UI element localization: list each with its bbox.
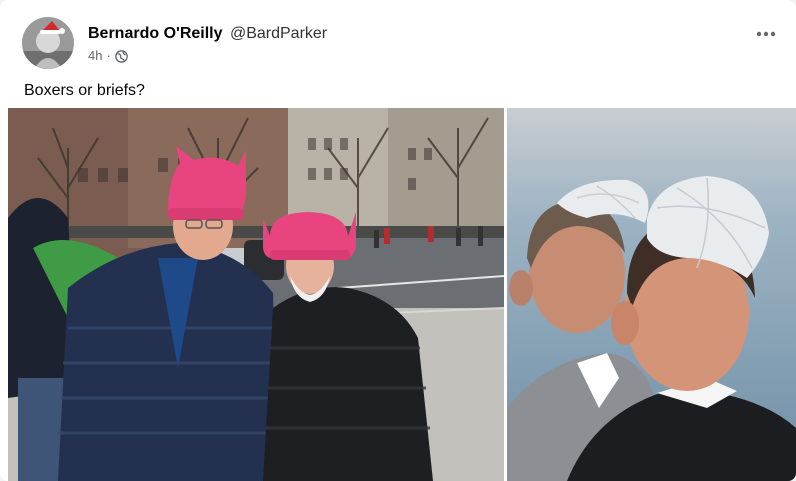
photo-kippot-image	[507, 108, 796, 481]
post-timestamp[interactable]: 4h	[88, 48, 102, 64]
globe-icon	[114, 49, 128, 63]
post-card: Bernardo O'Reilly @BardParker 4h · Boxer…	[0, 0, 796, 481]
photo-street-image	[8, 108, 504, 481]
more-options-button[interactable]	[748, 20, 784, 48]
post-text: Boxers or briefs?	[24, 82, 145, 99]
post-header: Bernardo O'Reilly @BardParker 4h ·	[0, 0, 796, 72]
meta-separator: ·	[106, 48, 111, 63]
avatar-image	[22, 17, 74, 69]
post-meta: 4h ·	[88, 48, 128, 64]
more-options-icon	[756, 31, 776, 37]
author-handle[interactable]: @BardParker	[230, 25, 327, 42]
author-line: Bernardo O'Reilly @BardParker	[88, 24, 327, 44]
photo-kippot[interactable]	[507, 108, 796, 481]
photo-street[interactable]	[8, 108, 504, 481]
avatar[interactable]	[22, 17, 74, 69]
post-media	[8, 108, 796, 481]
author-name[interactable]: Bernardo O'Reilly	[88, 25, 223, 42]
